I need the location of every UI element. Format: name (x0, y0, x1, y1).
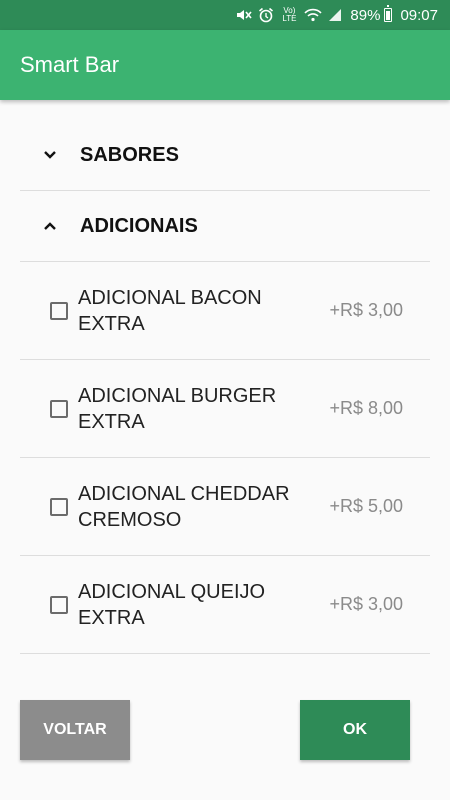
addon-name: ADICIONAL CHEDDAR CREMOSO (78, 482, 290, 531)
addon-row-queijo[interactable]: ADICIONAL QUEIJO EXTRA +R$ 3,00 (20, 556, 430, 654)
group-label: ADICIONAIS (80, 214, 198, 237)
checkbox[interactable] (50, 497, 68, 516)
checkbox[interactable] (50, 595, 68, 614)
group-header-adicionais[interactable]: ADICIONAIS (20, 191, 430, 262)
options-list: SABORES ADICIONAIS ADICIONAL BACON EXTRA… (20, 120, 430, 654)
battery-percentage: 89% (350, 6, 381, 24)
checkbox[interactable] (50, 301, 68, 320)
chevron-down-icon (40, 150, 60, 160)
mute-icon (236, 8, 253, 22)
addon-row-bacon[interactable]: ADICIONAL BACON EXTRA +R$ 3,00 (20, 262, 430, 360)
chevron-up-icon (40, 221, 60, 231)
volte-lte-icon: Vo) LTE (282, 6, 297, 23)
group-header-sabores[interactable]: SABORES (20, 120, 430, 191)
addon-name: ADICIONAL QUEIJO EXTRA (78, 580, 266, 629)
group-label: SABORES (80, 143, 179, 166)
alarm-icon (258, 7, 274, 23)
status-bar: Vo) LTE 89% 09:07 (0, 0, 450, 30)
addon-row-burger[interactable]: ADICIONAL BURGER EXTRA +R$ 8,00 (20, 360, 430, 458)
addon-name: ADICIONAL BURGER EXTRA (78, 384, 277, 433)
status-icons: Vo) LTE (236, 7, 342, 23)
checkbox[interactable] (50, 399, 68, 418)
addon-row-cheddar[interactable]: ADICIONAL CHEDDAR CREMOSO +R$ 5,00 (20, 458, 430, 556)
addon-price: +R$ 5,00 (329, 496, 403, 516)
app-bar: Smart Bar (0, 30, 450, 100)
addon-name: ADICIONAL BACON EXTRA (78, 286, 262, 335)
app-title: Smart Bar (20, 52, 120, 77)
ok-button[interactable]: OK (300, 700, 410, 760)
clock: 09:07 (400, 6, 438, 24)
addon-price: +R$ 8,00 (329, 398, 403, 418)
addon-price: +R$ 3,00 (329, 300, 403, 320)
battery-icon (384, 5, 393, 22)
wifi-icon (304, 8, 323, 22)
back-button[interactable]: VOLTAR (20, 700, 130, 760)
addon-price: +R$ 3,00 (329, 594, 403, 614)
signal-icon (328, 8, 342, 22)
